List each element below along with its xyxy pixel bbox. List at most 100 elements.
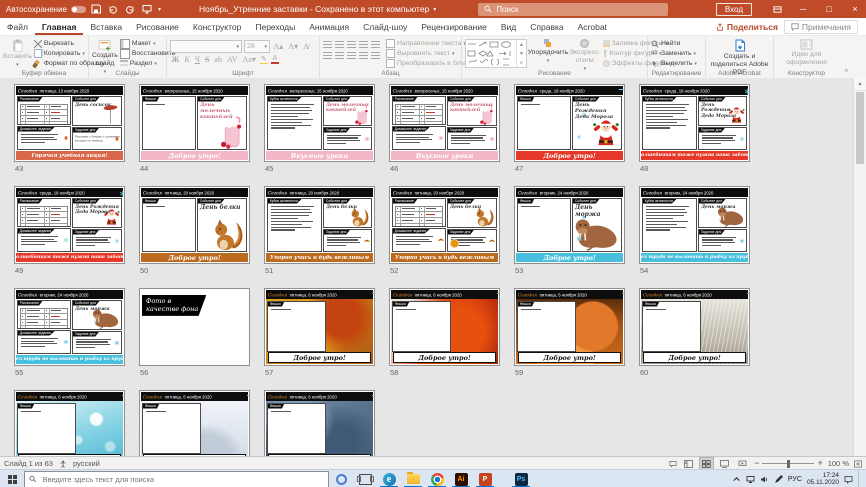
columns-icon[interactable] (371, 52, 380, 60)
slide-thumbnail-62[interactable]: Сегодняпятница, 6 ноября 2020ФишкаДоброе… (139, 390, 250, 456)
slide-thumbnail-45[interactable]: Сегоднявоскресенье, 15 ноября 2020Кубик … (264, 84, 375, 162)
shapes-gallery[interactable]: ▲▼≡ (465, 39, 527, 68)
tab-справка[interactable]: Справка (523, 18, 570, 35)
share-button[interactable]: Поделиться (716, 22, 778, 32)
fit-to-window-icon[interactable] (854, 460, 862, 468)
font-color-button[interactable]: А (270, 55, 279, 64)
reading-view-button[interactable] (718, 458, 731, 469)
font-size-select[interactable]: 28▾ (244, 40, 270, 53)
bullets-icon[interactable] (323, 41, 332, 49)
design-ideas-button[interactable]: Идеи для оформления (778, 38, 836, 67)
align-right-icon[interactable] (347, 52, 356, 60)
character-spacing-button[interactable]: AV (225, 55, 239, 64)
slide-thumbnail-54[interactable]: Сегоднявторник, 24 ноября 2020Кубик акти… (639, 186, 750, 264)
vertical-scrollbar[interactable]: ▲ (853, 78, 866, 456)
slide-thumbnail-53[interactable]: Сегоднявторник, 24 ноября 2020ФишкаСобыт… (514, 186, 625, 264)
slide-thumbnail-46[interactable]: Сегоднявоскресенье, 15 ноября 2020Распис… (389, 84, 500, 162)
slide-thumbnail-61[interactable]: Сегодняпятница, 6 ноября 2020ФишкаДоброе… (14, 390, 125, 456)
action-center-icon[interactable] (844, 475, 853, 484)
collapse-ribbon-icon[interactable]: ^ (845, 69, 848, 76)
quick-styles-button[interactable]: Экспресс-стили▾ (569, 38, 601, 72)
shrink-font-button[interactable]: A▾ (287, 42, 300, 51)
clipboard-dialog-launcher[interactable] (80, 71, 86, 77)
strikethrough-button[interactable]: S (203, 55, 210, 64)
ribbon-display-options-button[interactable] (766, 0, 788, 18)
login-button[interactable]: Вход (716, 3, 752, 16)
replace-button[interactable]: abЗаменить▾ (651, 49, 697, 58)
close-button[interactable]: × (844, 0, 866, 18)
numbering-icon[interactable] (335, 41, 344, 49)
paste-button[interactable]: Вставить▾ (3, 38, 32, 68)
select-button[interactable]: Выделить▾ (651, 59, 697, 68)
slide-thumbnail-58[interactable]: Сегодняпятница, 6 ноября 2020ФишкаДоброе… (389, 288, 500, 366)
slideshow-view-button[interactable] (736, 458, 749, 469)
align-left-icon[interactable] (323, 52, 332, 60)
gallery-more-icon[interactable]: ≡ (520, 60, 523, 66)
tab-главная[interactable]: Главная (35, 18, 84, 35)
underline-button[interactable]: Ч (193, 55, 201, 64)
font-dialog-launcher[interactable] (311, 71, 317, 77)
slide-thumbnail-63[interactable]: Сегодняпятница, 6 ноября 2020ФишкаДоброе… (264, 390, 375, 456)
start-button[interactable] (0, 470, 24, 487)
quick-access-caret-icon[interactable]: ▾ (158, 6, 161, 13)
increase-indent-icon[interactable] (359, 41, 368, 49)
drawing-dialog-launcher[interactable] (639, 71, 645, 77)
tray-expand-icon[interactable] (732, 475, 741, 484)
scroll-up-icon[interactable]: ▲ (854, 78, 866, 91)
tab-рецензирование[interactable]: Рецензирование (414, 18, 494, 35)
slide-thumbnail-51[interactable]: Сегодняпятница, 20 ноября 2020Кубик акти… (264, 186, 375, 264)
clear-format-button[interactable]: A̸ (302, 42, 311, 51)
clock[interactable]: 17:2405.11.2020 (807, 472, 839, 487)
bold-button[interactable]: Ж (170, 55, 181, 64)
find-button[interactable]: Найти (651, 39, 697, 48)
language-switch[interactable]: РУС (788, 476, 802, 483)
tab-анимация[interactable]: Анимация (302, 18, 356, 35)
arrange-button[interactable]: Упорядочить▾ (529, 38, 567, 64)
tab-рисование[interactable]: Рисование (129, 18, 186, 35)
highlight-color-button[interactable]: ✎ (259, 55, 268, 64)
taskbar-search[interactable] (24, 471, 329, 487)
slide-thumbnail-49[interactable]: Сегоднясреда, 18 ноября 2020РасписаниеДо… (14, 186, 125, 264)
show-desktop-button[interactable] (858, 470, 862, 487)
taskbar-chrome[interactable] (425, 470, 449, 487)
zoom-in-button[interactable]: + (817, 459, 822, 468)
font-name-select[interactable]: ▾ (170, 40, 242, 53)
text-shadow-button[interactable]: ab (213, 55, 224, 64)
decrease-indent-icon[interactable] (347, 41, 356, 49)
start-slideshow-icon[interactable] (141, 3, 154, 16)
slide-sorter-view-button[interactable] (700, 458, 713, 469)
justify-icon[interactable] (359, 52, 368, 60)
slide-thumbnail-55[interactable]: Сегоднявторник, 24 ноября 2020Расписание… (14, 288, 125, 366)
taskbar-explorer[interactable] (401, 470, 425, 487)
tab-переходы[interactable]: Переходы (248, 18, 302, 35)
autosave-toggle[interactable] (71, 6, 86, 13)
pen-icon[interactable] (774, 475, 783, 484)
zoom-out-button[interactable]: − (754, 459, 759, 468)
redo-icon[interactable] (124, 3, 137, 16)
tab-вид[interactable]: Вид (494, 18, 523, 35)
align-center-icon[interactable] (335, 52, 344, 60)
taskbar-search-input[interactable] (41, 474, 324, 485)
tab-слайд-шоу[interactable]: Слайд-шоу (356, 18, 414, 35)
undo-icon[interactable] (107, 3, 120, 16)
zoom-level[interactable]: 100 % (828, 459, 849, 468)
slide-thumbnail-43[interactable]: Сегодняпятница, 13 ноября 2020Расписание… (14, 84, 125, 162)
comments-button[interactable]: Примечания (784, 20, 858, 34)
slide-thumbnail-57[interactable]: Сегодняпятница, 6 ноября 2020ФишкаДоброе… (264, 288, 375, 366)
gallery-down-icon[interactable]: ▼ (519, 51, 524, 57)
titlebar-search[interactable]: Поиск (478, 3, 668, 16)
save-icon[interactable] (90, 3, 103, 16)
taskbar-task-view[interactable] (353, 470, 377, 487)
slide-thumbnail-56[interactable]: Фото вкачестве фона (139, 288, 250, 366)
taskbar-cortana[interactable] (329, 470, 353, 487)
language-indicator[interactable]: русский (73, 459, 100, 468)
zoom-slider[interactable] (762, 463, 814, 464)
italic-button[interactable]: К (183, 55, 191, 64)
tab-конструктор[interactable]: Конструктор (186, 18, 248, 35)
minimize-button[interactable]: ─ (792, 0, 814, 18)
slide-thumbnail-52[interactable]: Сегодняпятница, 20 ноября 2020Расписание… (389, 186, 500, 264)
paragraph-dialog-launcher[interactable] (453, 71, 459, 77)
slide-thumbnail-59[interactable]: Сегодняпятница, 6 ноября 2020ФишкаДоброе… (514, 288, 625, 366)
grow-font-button[interactable]: A▴ (272, 42, 285, 51)
scrollbar-thumb[interactable] (856, 92, 864, 164)
